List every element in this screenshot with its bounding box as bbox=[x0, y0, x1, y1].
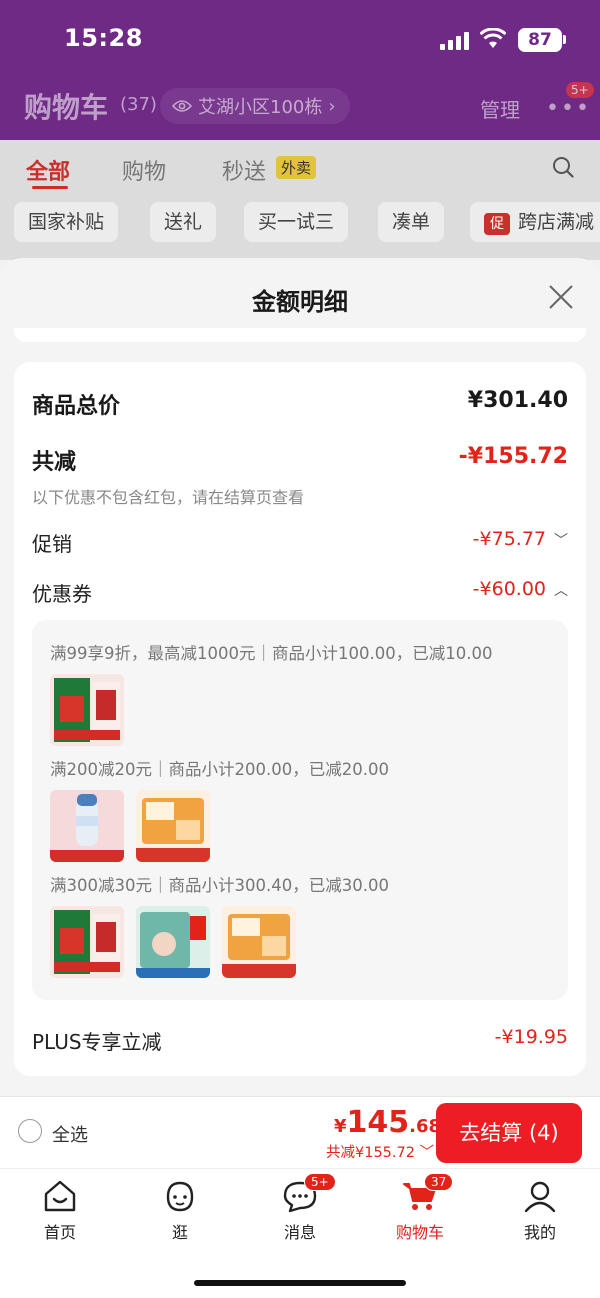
chip-gift[interactable]: 送礼 bbox=[150, 202, 217, 242]
chevron-up-icon[interactable]: ︿ bbox=[554, 580, 568, 600]
amount-detail-sheet: 金额明细 商品总价 ¥301.40 共减 -¥155.72 以下优惠不包含红包，… bbox=[0, 258, 600, 1096]
eye-icon bbox=[172, 100, 192, 112]
close-icon[interactable] bbox=[548, 284, 574, 310]
select-all-label[interactable]: 全选 bbox=[52, 1121, 88, 1147]
select-all-radio[interactable] bbox=[18, 1119, 42, 1143]
total-row: 商品总价 ¥301.40 bbox=[32, 388, 568, 420]
bottom-nav: 首页 逛 5+ 消息 37 购物车 我的 bbox=[0, 1168, 600, 1298]
tab-all[interactable]: 全部 bbox=[26, 154, 70, 186]
promo-row[interactable]: 促销 -¥75.77 ﹀ bbox=[32, 528, 568, 557]
coupon-label: 优惠券 bbox=[32, 582, 92, 606]
coupon-row[interactable]: 优惠券 -¥60.00 ︿ bbox=[32, 578, 568, 607]
sheet-title: 金额明细 bbox=[252, 288, 348, 316]
address-pill[interactable]: 艾湖小区100栋 › bbox=[160, 88, 350, 124]
status-bar: 15:28 87 bbox=[0, 22, 600, 58]
discount-label: 共减 bbox=[32, 450, 77, 475]
status-time: 15:28 bbox=[64, 24, 143, 52]
coupon-details: 满99享9折，最高减1000元｜商品小计100.00，已减10.00 满200减… bbox=[32, 620, 568, 1000]
promo-value: -¥75.77 bbox=[472, 528, 546, 550]
wifi-icon bbox=[480, 28, 506, 48]
coupon-line: 满300减30元｜商品小计300.40，已减30.00 bbox=[50, 876, 389, 895]
price-integer: 145 bbox=[346, 1105, 410, 1140]
search-icon[interactable] bbox=[552, 156, 574, 178]
chevron-down-icon[interactable]: ﹀ bbox=[554, 530, 568, 550]
chip-try[interactable]: 买一试三 bbox=[244, 202, 349, 242]
product-thumb-rice[interactable] bbox=[50, 906, 124, 978]
sheet-top-card bbox=[14, 328, 586, 342]
battery-tip bbox=[563, 35, 566, 44]
tab-indicator bbox=[32, 186, 68, 189]
more-icon[interactable]: ••• bbox=[546, 96, 591, 121]
battery-icon: 87 bbox=[518, 28, 562, 52]
discount-value: -¥155.72 bbox=[458, 444, 568, 469]
product-thumb-snack[interactable] bbox=[136, 790, 210, 862]
coupon-line: 满99享9折，最高减1000元｜商品小计100.00，已减10.00 bbox=[50, 644, 493, 663]
product-thumb-pack[interactable] bbox=[136, 906, 210, 978]
plus-value: -¥19.95 bbox=[494, 1026, 568, 1048]
promo-label: 促销 bbox=[32, 532, 72, 556]
nav-mine-label: 我的 bbox=[523, 1223, 556, 1242]
nav-cart[interactable]: 37 购物车 bbox=[370, 1173, 470, 1243]
chip-national-subsidy[interactable]: 国家补贴 bbox=[14, 202, 119, 242]
nav-mine[interactable]: 我的 bbox=[490, 1179, 590, 1243]
messages-badge: 5+ bbox=[304, 1173, 336, 1191]
nav-messages[interactable]: 5+ 消息 bbox=[250, 1173, 350, 1243]
browse-face-icon bbox=[166, 1181, 194, 1212]
checkout-bar: 全选 ¥145.68 共减¥155.72 ﹀ 去结算 (4) bbox=[0, 1096, 600, 1168]
nav-home[interactable]: 首页 bbox=[10, 1179, 110, 1243]
discount-note: 以下优惠不包含红包，请在结算页查看 bbox=[32, 488, 305, 507]
price-currency: ¥ bbox=[334, 1116, 347, 1137]
chevron-right-icon: › bbox=[328, 95, 336, 117]
product-thumb-rice[interactable] bbox=[50, 674, 124, 746]
nav-browse-label: 逛 bbox=[171, 1223, 188, 1242]
total-value: ¥301.40 bbox=[467, 388, 568, 413]
coupon-value: -¥60.00 bbox=[472, 578, 546, 600]
plus-row: PLUS专享立减 -¥19.95 bbox=[32, 1026, 568, 1055]
manage-button[interactable]: 管理 bbox=[480, 94, 520, 123]
nav-cart-label: 购物车 bbox=[395, 1223, 444, 1242]
checkout-button[interactable]: 去结算 (4) bbox=[436, 1103, 582, 1163]
coupon-line: 满200减20元｜商品小计200.00，已减20.00 bbox=[50, 760, 389, 779]
promo-tag: 促 bbox=[484, 213, 510, 235]
nav-home-label: 首页 bbox=[43, 1223, 76, 1242]
product-thumb-bottle[interactable] bbox=[50, 790, 124, 862]
tab-shopping[interactable]: 购物 bbox=[122, 154, 166, 186]
signal-icon bbox=[440, 32, 470, 50]
chip-add-on[interactable]: 凑单 bbox=[378, 202, 445, 242]
total-label: 商品总价 bbox=[32, 394, 121, 419]
tab-instant[interactable]: 秒送 bbox=[222, 154, 266, 186]
cart-header: 15:28 87 购物车 (37) 艾湖小区100栋 › 管理 ••• 5+ bbox=[0, 0, 600, 140]
waimai-badge: 外卖 bbox=[276, 156, 317, 179]
chip-cross-store-label: 跨店满减 bbox=[518, 211, 595, 233]
saved-text: 共减¥155.72 bbox=[326, 1145, 415, 1161]
more-badge: 5+ bbox=[566, 82, 594, 98]
product-thumb-snack[interactable] bbox=[222, 906, 296, 978]
address-text: 艾湖小区100栋 bbox=[198, 97, 323, 118]
cart-badge: 37 bbox=[424, 1173, 454, 1191]
page-title: 购物车 bbox=[24, 91, 109, 124]
home-indicator bbox=[194, 1280, 406, 1286]
filter-chips: 国家补贴 送礼 买一试三 凑单 促跨店满减 bbox=[0, 194, 600, 260]
cart-tabs: 全部 购物 秒送 外卖 bbox=[0, 140, 600, 194]
cart-count: (37) bbox=[120, 94, 157, 115]
amount-card: 商品总价 ¥301.40 共减 -¥155.72 以下优惠不包含红包，请在结算页… bbox=[14, 362, 586, 1076]
nav-messages-label: 消息 bbox=[283, 1223, 316, 1242]
home-icon bbox=[44, 1180, 76, 1212]
plus-label: PLUS专享立减 bbox=[32, 1030, 162, 1054]
profile-icon bbox=[524, 1181, 556, 1213]
total-price: ¥145.68 bbox=[334, 1105, 441, 1140]
nav-browse[interactable]: 逛 bbox=[130, 1179, 230, 1243]
discount-row: 共减 -¥155.72 以下优惠不包含红包，请在结算页查看 bbox=[32, 444, 568, 508]
saved-amount[interactable]: 共减¥155.72 ﹀ bbox=[326, 1141, 434, 1162]
chevron-down-icon: ﹀ bbox=[414, 1145, 435, 1161]
chip-cross-store[interactable]: 促跨店满减 bbox=[470, 202, 600, 242]
